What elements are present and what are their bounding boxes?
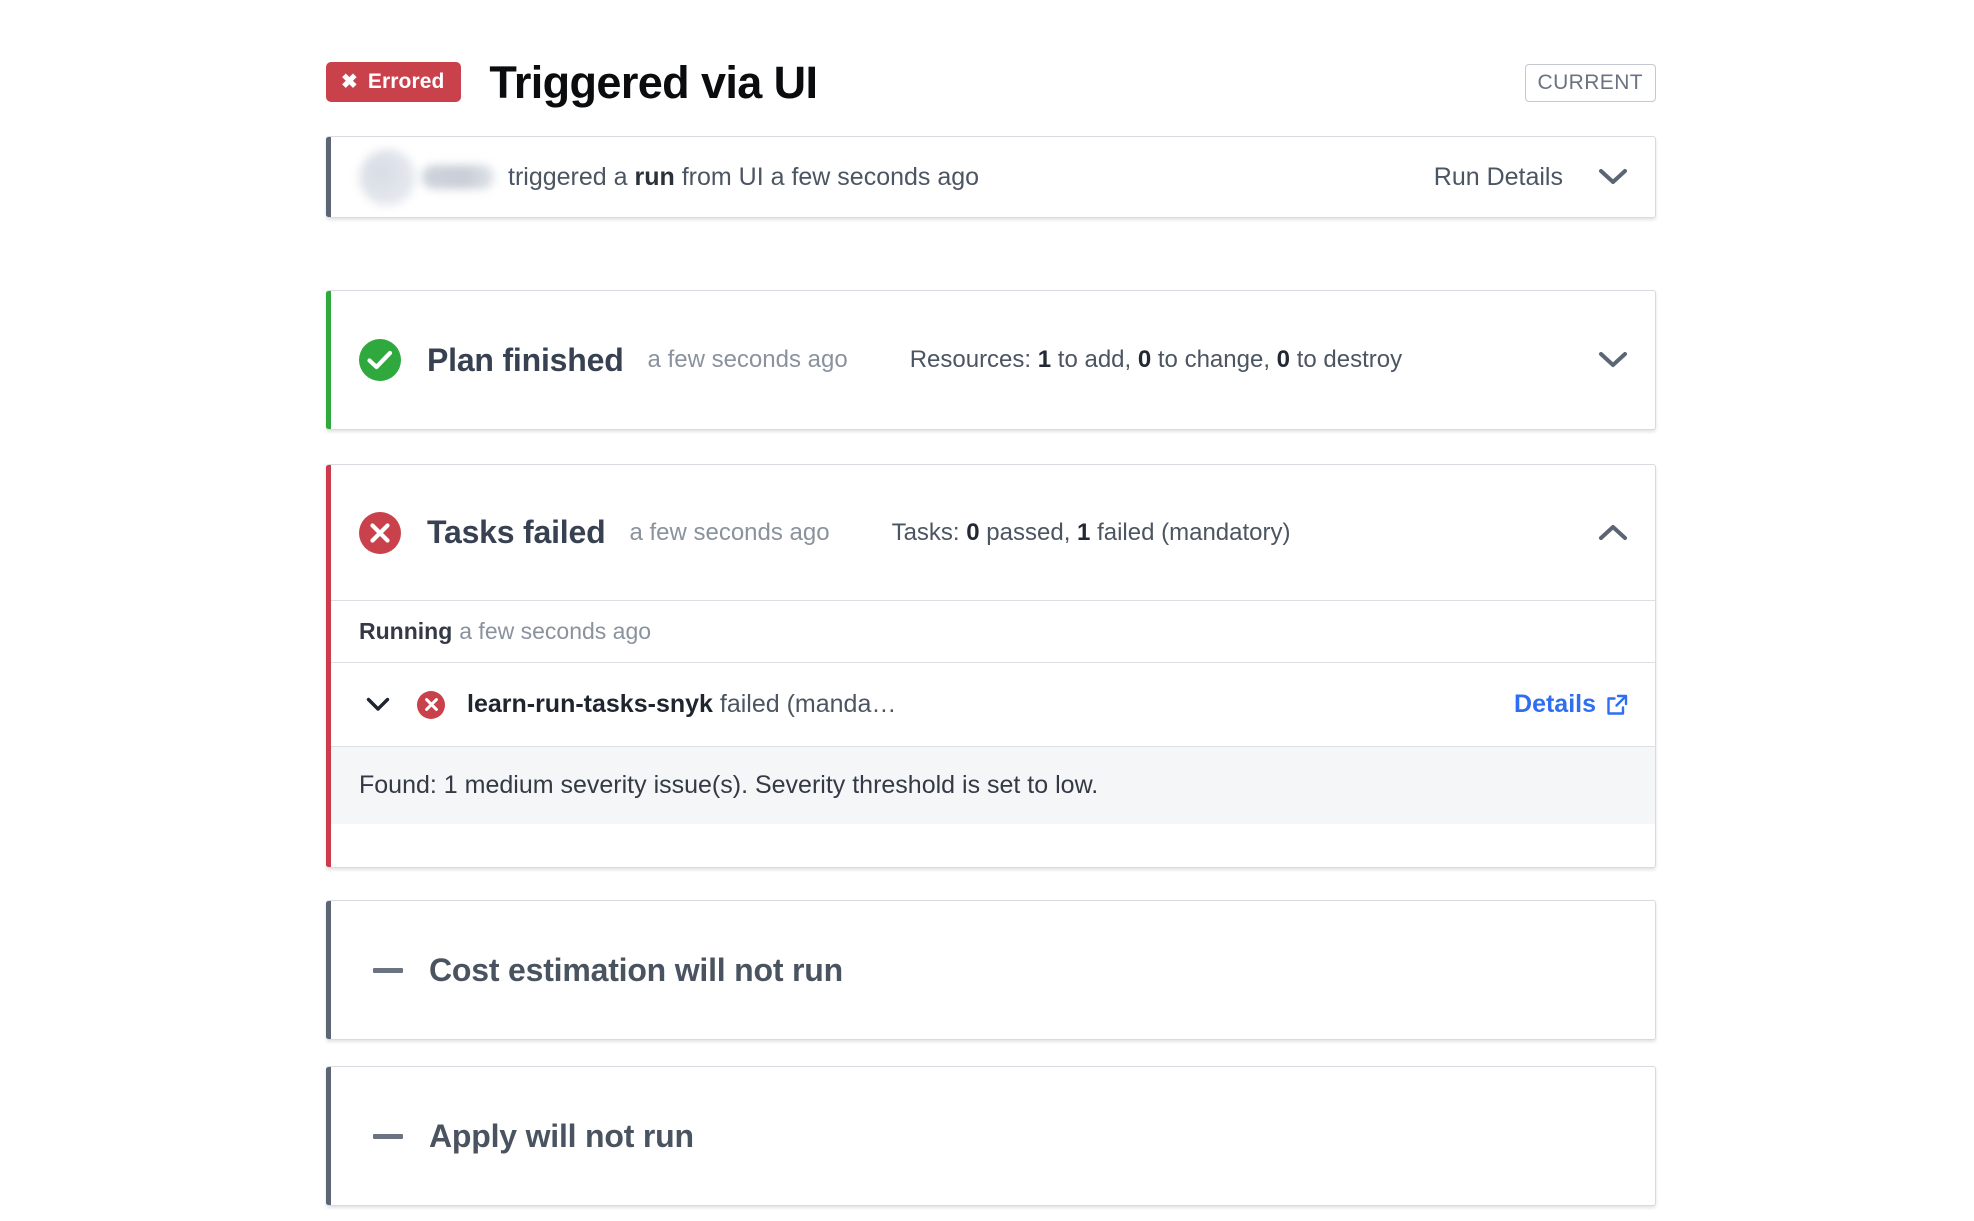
- cost-estimation-row: Cost estimation will not run: [331, 901, 1655, 1039]
- apply-row: Apply will not run: [331, 1067, 1655, 1205]
- tasks-stage-title: Tasks failed: [427, 514, 606, 550]
- tasks-summary: Tasks: 0 passed, 1 failed (mandatory): [892, 519, 1291, 547]
- trigger-card: triggered a run from UI a few seconds ag…: [326, 136, 1656, 218]
- task-status-text: failed (manda…: [719, 690, 897, 718]
- task-stage-subheader: Running a few seconds ago: [331, 600, 1655, 662]
- dash-icon: [373, 967, 403, 973]
- plan-change-label: to change,: [1157, 346, 1270, 373]
- run-details-label[interactable]: Run Details: [1434, 163, 1563, 192]
- tasks-stage-row[interactable]: Tasks failed a few seconds ago Tasks: 0 …: [331, 465, 1655, 600]
- stage-card-tasks[interactable]: Tasks failed a few seconds ago Tasks: 0 …: [326, 464, 1656, 868]
- page-title: Triggered via UI: [489, 56, 818, 108]
- plan-change-count: 0: [1137, 346, 1152, 373]
- task-stage-label: Running: [359, 618, 453, 644]
- trigger-text-before: triggered a: [508, 162, 628, 191]
- plan-resources-prefix: Resources:: [909, 346, 1032, 373]
- stage-card-apply: Apply will not run: [326, 1066, 1656, 1206]
- task-row[interactable]: learn-run-tasks-snyk failed (manda… Deta…: [331, 662, 1655, 746]
- tasks-failed-label: failed (mandatory): [1097, 518, 1291, 546]
- tasks-stage-time: a few seconds ago: [629, 518, 830, 546]
- x-icon: ✖: [341, 70, 358, 93]
- task-output-message: Found: 1 medium severity issue(s). Sever…: [331, 746, 1655, 824]
- plan-stage-time: a few seconds ago: [647, 346, 848, 373]
- x-circle-icon: [359, 511, 401, 554]
- trigger-text-after: from UI a few seconds ago: [681, 162, 980, 191]
- trigger-text-run: run: [634, 162, 675, 191]
- plan-add-count: 1: [1037, 346, 1052, 373]
- tasks-passed-count: 0: [966, 518, 980, 546]
- task-name: learn-run-tasks-snyk: [467, 690, 713, 718]
- x-circle-icon: [417, 690, 445, 719]
- chevron-down-icon[interactable]: [1597, 161, 1629, 193]
- dash-icon: [373, 1133, 403, 1139]
- tasks-failed-count: 1: [1077, 518, 1091, 546]
- chevron-down-icon[interactable]: [365, 692, 391, 718]
- username-redacted: [422, 165, 494, 189]
- run-page: ✖ Errored Triggered via UI CURRENT trigg…: [0, 0, 1974, 1221]
- status-badge-label: Errored: [367, 70, 445, 93]
- avatar: [359, 148, 416, 206]
- task-details-link[interactable]: Details: [1514, 690, 1629, 719]
- plan-destroy-label: to destroy: [1296, 346, 1403, 373]
- tasks-passed-label: passed,: [986, 518, 1071, 546]
- page-header: ✖ Errored Triggered via UI CURRENT: [326, 54, 1656, 110]
- plan-stage-title: Plan finished: [427, 341, 624, 378]
- current-badge: CURRENT: [1524, 64, 1656, 102]
- apply-title: Apply will not run: [429, 1117, 694, 1154]
- chevron-up-icon[interactable]: [1597, 517, 1629, 549]
- trigger-text: triggered a run from UI a few seconds ag…: [508, 163, 979, 192]
- chevron-down-icon[interactable]: [1597, 344, 1629, 376]
- plan-add-label: to add,: [1057, 346, 1132, 373]
- stage-card-cost-estimation: Cost estimation will not run: [326, 900, 1656, 1040]
- plan-destroy-count: 0: [1276, 346, 1291, 373]
- task-details-label: Details: [1514, 690, 1596, 718]
- task-stage-time: a few seconds ago: [459, 618, 652, 644]
- cost-estimation-title: Cost estimation will not run: [429, 951, 843, 988]
- plan-resources-summary: Resources: 1 to add, 0 to change, 0 to d…: [910, 346, 1402, 374]
- check-circle-icon: [359, 339, 401, 381]
- tasks-summary-prefix: Tasks:: [891, 518, 960, 546]
- trigger-row: triggered a run from UI a few seconds ag…: [331, 137, 1655, 217]
- plan-stage-row[interactable]: Plan finished a few seconds ago Resource…: [331, 291, 1655, 429]
- status-badge: ✖ Errored: [326, 62, 462, 102]
- stage-card-plan[interactable]: Plan finished a few seconds ago Resource…: [326, 290, 1656, 430]
- task-label: learn-run-tasks-snyk failed (manda…: [467, 690, 896, 719]
- external-link-icon: [1605, 693, 1629, 717]
